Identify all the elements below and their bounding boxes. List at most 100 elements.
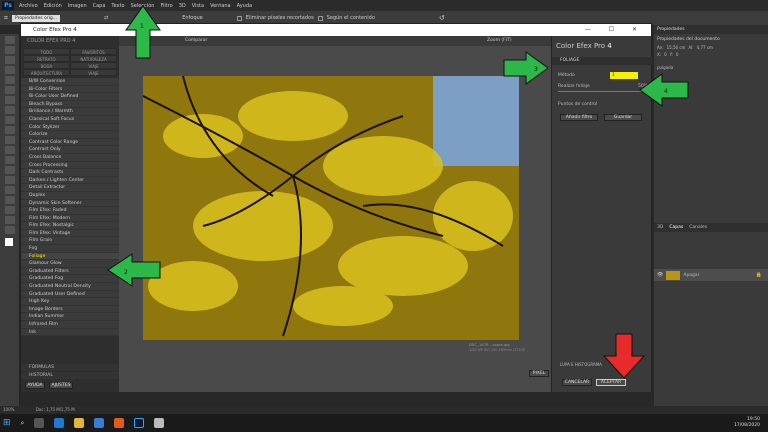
pixel-button[interactable]: PIXEL [529,370,549,377]
filter-header[interactable]: FOLIAGE [552,57,652,65]
width-value[interactable]: 15,56 cm [667,45,686,50]
taskview-icon[interactable] [34,418,45,428]
settings-button[interactable]: AJUSTES [49,382,73,389]
filter-item[interactable]: Fog [21,245,119,253]
filter-item[interactable]: Dark Contrasts [21,169,119,177]
filter-item[interactable]: Contrast Color Range [21,138,119,147]
history-brush-icon[interactable] [5,126,15,134]
save-button[interactable]: Guardar [604,114,642,121]
add-filter-button[interactable]: Añadir filtro [560,114,598,121]
tab-arquitectura[interactable]: ARQUITECTURA [23,69,70,76]
windows-start-icon[interactable]: ⊞ [3,418,11,428]
filter-item[interactable]: High Key [21,298,119,306]
zoom-tool-icon[interactable] [5,226,15,234]
photoshop-taskbar-icon[interactable] [134,418,145,428]
hand-tool-icon[interactable] [5,216,15,224]
menu-vista[interactable]: Vista [189,3,207,9]
tab-boda[interactable]: BODA [23,62,70,69]
history-section[interactable]: HISTORIAL [21,372,119,379]
filter-item[interactable]: Graduated Neutral Density [21,283,119,291]
healing-tool-icon[interactable] [5,96,15,104]
move-tool-icon[interactable] [5,36,15,44]
filter-item[interactable]: Brilliance / Warmth [21,108,119,116]
filter-item[interactable]: B/W Conversion [21,78,119,86]
filter-item[interactable]: Detail Extractor [21,184,119,192]
lasso-tool-icon[interactable] [5,56,15,64]
crop-tool-icon[interactable] [5,76,15,84]
filter-item[interactable]: Darken / Lighten Center [21,176,119,185]
zoom-level[interactable]: 100% [3,407,14,412]
filter-item[interactable]: Film Efex: Vintage [21,229,119,238]
menu-edicion[interactable]: Edición [41,3,65,9]
filter-item[interactable]: Film Efex: Nostalgic [21,222,119,230]
layer-row[interactable]: 👁 Apagar 🔒 [654,269,768,281]
compare-button[interactable]: Comparar [185,38,207,43]
height-value[interactable]: 4,77 cm [697,45,713,50]
eyedropper-tool-icon[interactable] [5,86,15,94]
delete-pixels-checkbox[interactable] [236,15,242,21]
filter-item[interactable]: Graduated User Defined [21,290,119,299]
filter-item[interactable]: Color Stylizer [21,123,119,132]
filter-item[interactable]: Cross Balance [21,153,119,162]
tab-3d[interactable]: 3D [657,223,663,232]
cancel-button[interactable]: CANCELAR [562,379,592,386]
straighten-label[interactable]: Enfoque [182,15,203,21]
menu-ayuda[interactable]: Ayuda [234,3,255,9]
dodge-tool-icon[interactable] [5,166,15,174]
foliage-slider[interactable] [558,91,646,92]
edge-icon[interactable] [54,418,65,428]
tab-naturaleza[interactable]: NATURALEZA [70,55,117,62]
filter-item[interactable]: Bi-Color User Defined [21,93,119,101]
filter-item[interactable]: Contrast Only [21,146,119,154]
foreground-color-swatch[interactable] [5,238,13,246]
filter-item[interactable]: Graduated Filters [21,267,119,276]
path-select-icon[interactable] [5,196,15,204]
filter-item[interactable]: Colorize [21,131,119,139]
menu-archivo[interactable]: Archivo [16,3,41,9]
filter-item[interactable]: Ink [21,328,119,337]
help-button[interactable]: AYUDA [25,382,45,389]
filter-item[interactable]: Bleach Bypass [21,100,119,109]
shape-tool-icon[interactable] [5,206,15,214]
filter-item[interactable]: Classical Soft Focus [21,115,119,124]
menu-filtro[interactable]: Filtro [157,3,175,9]
tab-viaje[interactable]: VIAJE [70,62,117,69]
zoom-select[interactable]: Zoom (FIT) [487,38,512,43]
menu-ventana[interactable]: Ventana [207,3,234,9]
type-tool-icon[interactable] [5,186,15,194]
filter-item[interactable]: Foliage [21,252,119,261]
marquee-tool-icon[interactable] [5,46,15,54]
quick-select-tool-icon[interactable] [5,66,15,74]
accept-button[interactable]: ACEPTAR [596,379,626,386]
brush-tool-icon[interactable] [5,106,15,114]
crop-tool-icon[interactable]: ⌗ [4,14,8,23]
tab-retrato[interactable]: RETRATO [23,55,70,62]
gradient-tool-icon[interactable] [5,146,15,154]
filter-item[interactable]: Indian Summer [21,313,119,321]
filter-item[interactable]: Glamour Glow [21,260,119,268]
tab-viaje-2[interactable]: VIAJE [70,69,117,76]
eraser-tool-icon[interactable] [5,136,15,144]
stamp-tool-icon[interactable] [5,116,15,124]
menu-texto[interactable]: Texto [108,3,127,9]
menu-imagen[interactable]: Imagen [65,3,90,9]
y-value[interactable]: 0 [676,52,679,57]
filter-item[interactable]: Cross Processing [21,161,119,170]
filter-item[interactable]: Infrared Film [21,321,119,329]
menu-capa[interactable]: Capa [90,3,109,9]
swap-icon[interactable]: ⇄ [104,15,108,21]
preset-select[interactable]: Propiedades orig... [11,14,60,22]
tab-todo[interactable]: TODO [23,48,70,55]
menu-seleccion[interactable]: Selección [128,3,158,9]
tab-canales[interactable]: Canales [689,223,707,232]
app-icon[interactable] [154,418,165,428]
filter-item[interactable]: Film Efex: Faded [21,207,119,215]
eye-icon[interactable]: 👁 [657,272,663,278]
tab-favoritos[interactable]: FAVORITOS [70,48,117,55]
store-icon[interactable] [94,418,105,428]
loupe-section[interactable]: LUPA E HISTOGRAMA [560,362,602,367]
search-icon[interactable]: ⌕ [21,419,25,428]
filter-item[interactable]: Dynamic Skin Softener [21,199,119,208]
pen-tool-icon[interactable] [5,176,15,184]
reset-icon[interactable]: ↺ [439,14,445,22]
